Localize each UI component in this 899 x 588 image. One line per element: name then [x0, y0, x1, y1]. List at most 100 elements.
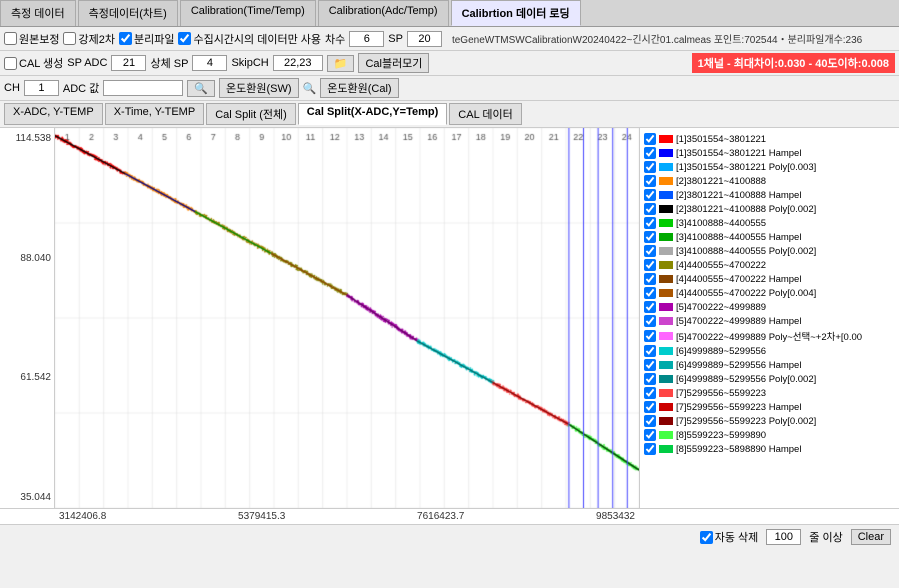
checkbox-auto-delete-input[interactable] [700, 531, 713, 544]
legend-color-swatch [659, 431, 673, 439]
legend-text: [2]3801221~4100888 Poly[0.002] [676, 204, 816, 215]
y-min-label: 35.044 [3, 492, 51, 503]
legend-checkbox[interactable] [644, 175, 656, 187]
legend-checkbox[interactable] [644, 259, 656, 271]
cal-blur-button[interactable]: Cal블러모기 [358, 53, 429, 73]
legend-color-swatch [659, 219, 673, 227]
legend-text: [4]4400555~4700222 Hampel [676, 274, 801, 285]
legend-checkbox[interactable] [644, 401, 656, 413]
tab-measurement-chart[interactable]: 측정데이터(차트) [78, 0, 178, 26]
checkbox-force-2nd-input[interactable] [63, 32, 76, 45]
checkbox-force-2nd-label: 강제2차 [78, 31, 114, 47]
legend-item: [4]4400555~4700222 Poly[0.004] [644, 286, 895, 300]
sp-label: SP [388, 33, 403, 45]
x-axis-spacer [0, 509, 55, 524]
axis-tab-cal-data[interactable]: CAL 데이터 [449, 103, 521, 125]
x-max-label: 9853432 [596, 511, 635, 522]
checkbox-cal-generate-input[interactable] [4, 57, 17, 70]
legend-color-swatch [659, 361, 673, 369]
count-label: 차수 [325, 31, 345, 47]
tab-bar: 측정 데이터 측정데이터(차트) Calibration(Time/Temp) … [0, 0, 899, 27]
checkbox-split-file[interactable]: 분리파일 [119, 31, 174, 47]
checkbox-time-data[interactable]: 수집시간시의 데이터만 사용 [178, 31, 321, 47]
legend-checkbox[interactable] [644, 315, 656, 327]
legend-checkbox[interactable] [644, 189, 656, 201]
y-mid2-label: 61.542 [3, 372, 51, 383]
legend-checkbox[interactable] [644, 359, 656, 371]
toolbar-row-3: CH ADC 값 🔍 온도환원(SW) 🔍 온도환원(Cal) [0, 76, 899, 101]
legend-text: [4]4400555~4700222 Poly[0.004] [676, 288, 816, 299]
legend-item: [1]3501554~3801221 Hampel [644, 146, 895, 160]
sp-adc-input[interactable] [111, 55, 146, 71]
legend-checkbox[interactable] [644, 415, 656, 427]
checkbox-auto-delete-label: 자동 삭제 [715, 529, 759, 545]
checkbox-force-2nd[interactable]: 강제2차 [63, 31, 114, 47]
legend-item: [2]3801221~4100888 [644, 174, 895, 188]
axis-tab-bar: X-ADC, Y-TEMP X-Time, Y-TEMP Cal Split (… [0, 101, 899, 128]
sang-sp-input[interactable] [192, 55, 227, 71]
clear-button[interactable]: Clear [851, 529, 891, 545]
legend-checkbox[interactable] [644, 273, 656, 285]
legend-item: [5]4700222~4999889 Poly~선택~+2차+[0.00 [644, 328, 895, 344]
legend-checkbox[interactable] [644, 287, 656, 299]
legend-color-swatch [659, 289, 673, 297]
legend-checkbox[interactable] [644, 161, 656, 173]
legend-checkbox[interactable] [644, 443, 656, 455]
legend-checkbox[interactable] [644, 217, 656, 229]
legend-item: [6]4999889~5299556 [644, 344, 895, 358]
rows-input[interactable] [766, 529, 801, 545]
checkbox-original-correction-input[interactable] [4, 32, 17, 45]
legend-item: [2]3801221~4100888 Hampel [644, 188, 895, 202]
legend-item: [1]3501554~3801221 [644, 132, 895, 146]
tab-calibration-adc-temp[interactable]: Calibration(Adc/Temp) [318, 0, 449, 26]
legend-checkbox[interactable] [644, 231, 656, 243]
tab-calibration-data-loading[interactable]: Calibrtion 데이터 로딩 [451, 0, 581, 26]
adc-value-input[interactable] [103, 80, 183, 96]
legend-checkbox[interactable] [644, 147, 656, 159]
legend-checkbox[interactable] [644, 301, 656, 313]
legend-checkbox[interactable] [644, 373, 656, 385]
ch-label: CH [4, 82, 20, 94]
axis-tab-xtime-ytemp[interactable]: X-Time, Y-TEMP [105, 103, 205, 125]
temp-cal-button[interactable]: 온도환원(Cal) [320, 78, 398, 98]
legend-item: [8]5599223~5999890 [644, 428, 895, 442]
legend-text: [7]5299556~5599223 Hampel [676, 402, 801, 413]
x-legend-spacer [639, 509, 899, 524]
legend-text: [6]4999889~5299556 Hampel [676, 360, 801, 371]
legend-color-swatch [659, 205, 673, 213]
legend-checkbox[interactable] [644, 429, 656, 441]
legend-checkbox[interactable] [644, 330, 656, 342]
legend-text: [5]4700222~4999889 [676, 302, 766, 313]
y-max-label: 114.538 [3, 133, 51, 144]
legend-checkbox[interactable] [644, 245, 656, 257]
rows-label: 줄 이상 [809, 529, 842, 545]
axis-tab-xadc-ytemp[interactable]: X-ADC, Y-TEMP [4, 103, 103, 125]
search-button[interactable]: 🔍 [187, 80, 215, 97]
legend-item: [3]4100888~4400555 Hampel [644, 230, 895, 244]
checkbox-time-data-label: 수집시간시의 데이터만 사용 [193, 31, 321, 47]
checkbox-split-file-input[interactable] [119, 32, 132, 45]
axis-tab-cal-split-xadc[interactable]: Cal Split(X-ADC,Y=Temp) [298, 103, 448, 125]
checkbox-cal-generate[interactable]: CAL 생성 [4, 55, 63, 71]
legend-text: [6]4999889~5299556 [676, 346, 766, 357]
count-input[interactable] [349, 31, 384, 47]
axis-tab-cal-split-all[interactable]: Cal Split (전체) [206, 103, 296, 125]
legend-text: [5]4700222~4999889 Hampel [676, 316, 801, 327]
checkbox-split-file-label: 분리파일 [134, 31, 174, 47]
legend-checkbox[interactable] [644, 133, 656, 145]
checkbox-cal-generate-label: CAL 생성 [19, 55, 63, 71]
checkbox-original-correction[interactable]: 원본보정 [4, 31, 59, 47]
legend-checkbox[interactable] [644, 387, 656, 399]
sp-input[interactable] [407, 31, 442, 47]
legend-checkbox[interactable] [644, 203, 656, 215]
checkbox-auto-delete[interactable]: 자동 삭제 [700, 529, 759, 545]
temp-sw-button[interactable]: 온도환원(SW) [219, 78, 299, 98]
tab-measurement-data[interactable]: 측정 데이터 [0, 0, 76, 26]
skip-ch-input[interactable] [273, 55, 323, 71]
folder-button[interactable]: 📁 [327, 55, 355, 72]
checkbox-time-data-input[interactable] [178, 32, 191, 45]
legend-text: [6]4999889~5299556 Poly[0.002] [676, 374, 816, 385]
legend-checkbox[interactable] [644, 345, 656, 357]
tab-calibration-time-temp[interactable]: Calibration(Time/Temp) [180, 0, 316, 26]
ch-input[interactable] [24, 80, 59, 96]
